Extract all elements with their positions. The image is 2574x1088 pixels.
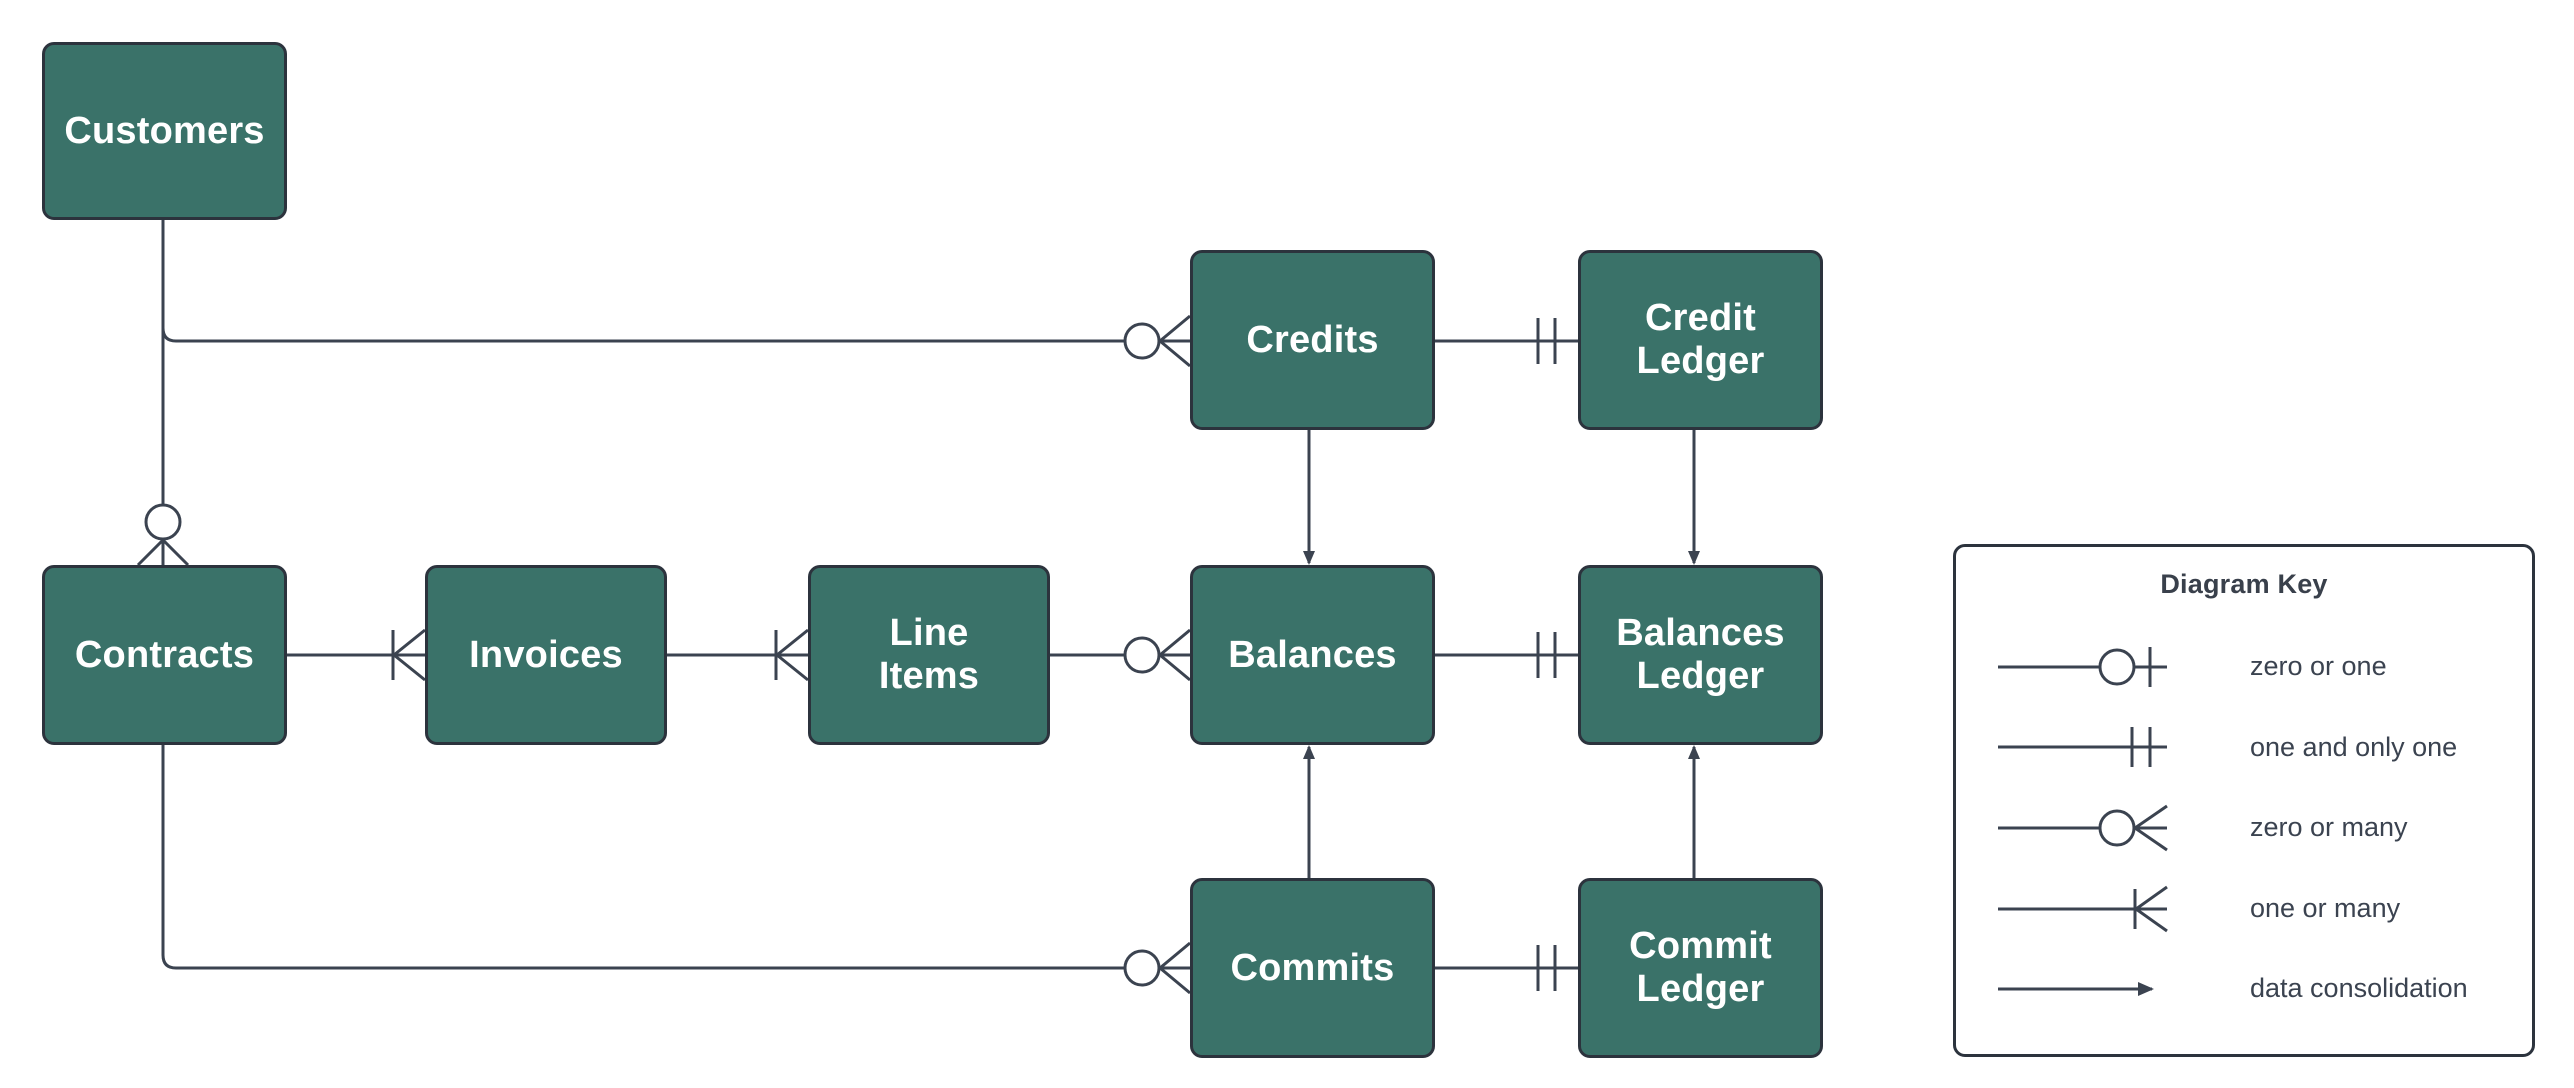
connector-balances-balances-ledger <box>1435 632 1578 678</box>
entity-label-commit-ledger: Commit Ledger <box>1629 925 1772 1010</box>
legend-label-zero-or-many: zero or many <box>2250 812 2408 842</box>
entity-label-customers: Customers <box>64 109 265 152</box>
er-diagram-canvas: Customers Contracts Invoices Line Items … <box>0 0 2574 1088</box>
connector-line-items-balances <box>1050 628 1191 682</box>
entity-label-credit-ledger: Credit Ledger <box>1636 297 1765 382</box>
entity-commits[interactable]: Commits <box>1190 878 1435 1058</box>
zero-or-many-symbol <box>1998 804 2168 852</box>
legend-label-zero-or-one: zero or one <box>2250 651 2387 681</box>
entity-label-line-items: Line Items <box>878 612 980 697</box>
arrow-symbol <box>1998 982 2154 996</box>
connector-invoices-line-items <box>667 628 809 682</box>
entity-contracts[interactable]: Contracts <box>42 565 287 745</box>
entity-invoices[interactable]: Invoices <box>425 565 667 745</box>
entity-label-contracts: Contracts <box>74 633 255 676</box>
entity-label-balances-ledger: Balances Ledger <box>1616 612 1785 697</box>
diagram-key-title: Diagram Key <box>2160 569 2328 599</box>
entity-credits[interactable]: Credits <box>1190 250 1435 430</box>
entity-line-items[interactable]: Line Items <box>808 565 1050 745</box>
entity-label-credits: Credits <box>1246 318 1379 361</box>
entity-label-balances: Balances <box>1228 633 1397 676</box>
one-and-only-one-symbol <box>1998 727 2167 767</box>
entity-commit-ledger[interactable]: Commit Ledger <box>1578 878 1823 1058</box>
one-or-many-symbol <box>1998 885 2168 933</box>
entity-balances[interactable]: Balances <box>1190 565 1435 745</box>
connector-commits-commit-ledger <box>1435 945 1578 991</box>
entity-balances-ledger[interactable]: Balances Ledger <box>1578 565 1823 745</box>
entity-label-commits: Commits <box>1230 946 1395 989</box>
legend-label-one-and-only-one: one and only one <box>2250 732 2458 762</box>
connector-contracts-invoices <box>287 628 426 682</box>
diagram-key-panel: Diagram Key zero or one one and only one… <box>1953 544 2535 1057</box>
connector-customers-contracts <box>136 220 190 567</box>
connector-credits-credit-ledger <box>1435 318 1578 364</box>
zero-or-one-symbol <box>1998 647 2167 687</box>
connector-contracts-commits <box>161 745 1191 995</box>
legend-label-one-or-many: one or many <box>2250 893 2401 923</box>
entity-label-invoices: Invoices <box>469 633 623 676</box>
entity-customers[interactable]: Customers <box>42 42 287 220</box>
legend-label-data-consolidation: data consolidation <box>2250 973 2468 1003</box>
entity-credit-ledger[interactable]: Credit Ledger <box>1578 250 1823 430</box>
connector-customers-credits <box>161 220 1191 368</box>
